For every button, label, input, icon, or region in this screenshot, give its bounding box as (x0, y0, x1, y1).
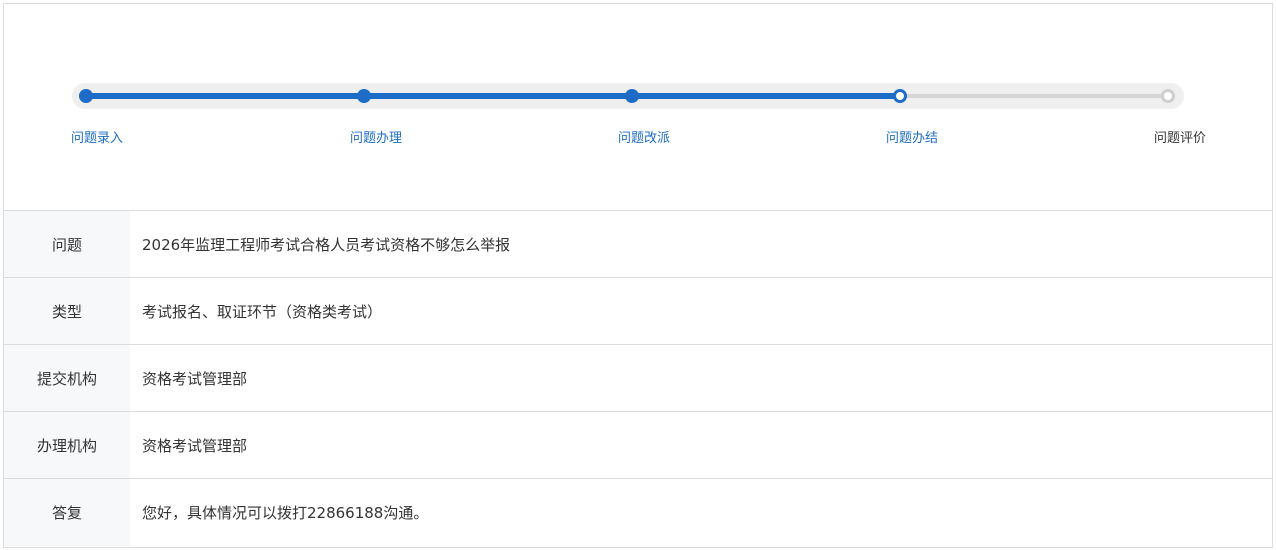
step-dot-closed (893, 89, 907, 103)
progress-track-fill (86, 93, 900, 99)
detail-panel: 问题录入 问题办理 问题改派 问题办结 问题评价 问题 2026年监理工程师考试… (3, 3, 1273, 548)
step-dot-evaluation (1161, 89, 1175, 103)
reply-value: 您好，具体情况可以拨打22866188沟通。 (142, 504, 429, 522)
submitter-value: 资格考试管理部 (142, 369, 248, 388)
info-row-handler: 办理机构 资格考试管理部 (4, 412, 1272, 479)
step-label-evaluation: 问题评价 (1153, 131, 1206, 146)
step-dot-reassign (625, 89, 639, 103)
step-label-reassign: 问题改派 (617, 131, 670, 146)
step-label-handling: 问题办理 (349, 131, 402, 146)
step-label-entry: 问题录入 (70, 131, 123, 146)
progress-steps: 问题录入 问题办理 问题改派 问题办结 问题评价 (4, 4, 1272, 210)
handler-label: 办理机构 (4, 412, 130, 478)
submitter-label: 提交机构 (4, 345, 130, 411)
info-table: 问题 2026年监理工程师考试合格人员考试资格不够怎么举报 类型 考试报名、取证… (4, 210, 1272, 546)
handler-value: 资格考试管理部 (142, 436, 248, 455)
info-row-submitter: 提交机构 资格考试管理部 (4, 345, 1272, 412)
question-value: 2026年监理工程师考试合格人员考试资格不够怎么举报 (142, 235, 511, 254)
step-label-closed: 问题办结 (885, 131, 938, 146)
reply-label: 答复 (4, 479, 130, 546)
type-label: 类型 (4, 278, 130, 344)
type-value: 考试报名、取证环节（资格类考试） (142, 302, 383, 321)
question-label: 问题 (4, 211, 130, 277)
info-row-type: 类型 考试报名、取证环节（资格类考试） (4, 278, 1272, 345)
info-row-question: 问题 2026年监理工程师考试合格人员考试资格不够怎么举报 (4, 211, 1272, 278)
step-dot-entry (79, 89, 93, 103)
step-dot-handling (357, 89, 371, 103)
info-row-reply: 答复 您好，具体情况可以拨打22866188沟通。 (4, 479, 1272, 546)
